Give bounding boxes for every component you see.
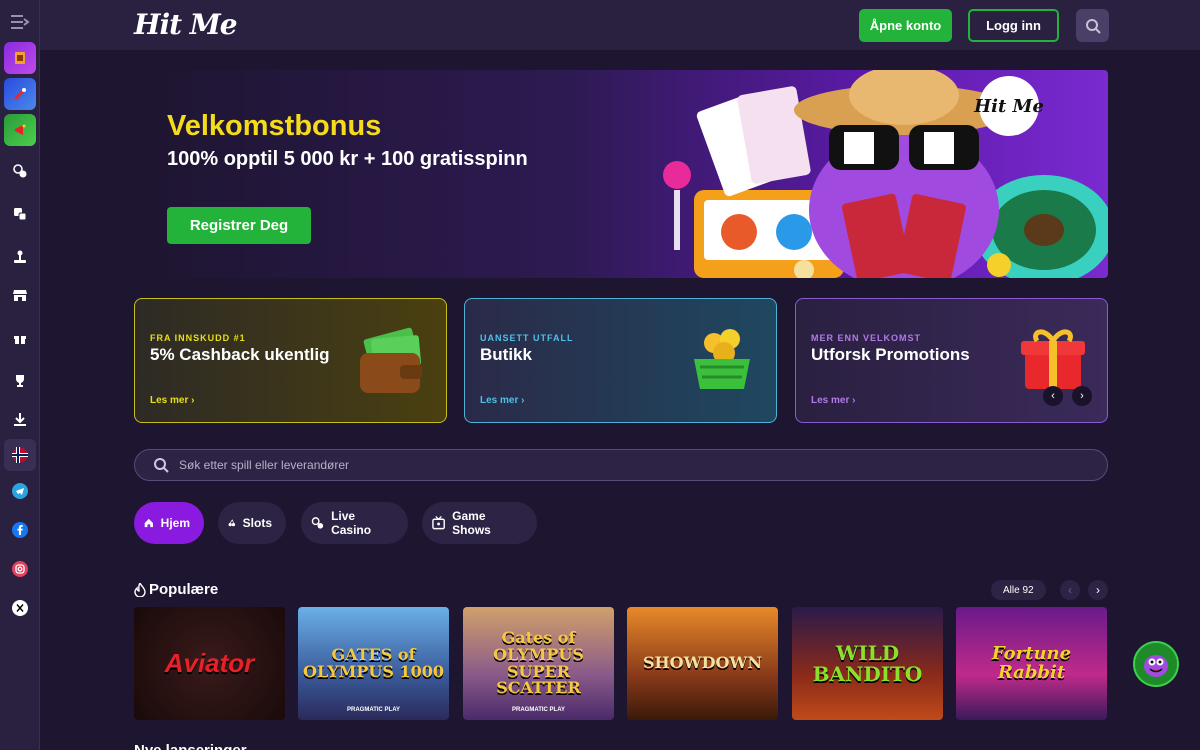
flame-icon [134, 582, 146, 597]
login-button[interactable]: Logg inn [968, 9, 1059, 42]
download-icon[interactable] [4, 403, 36, 435]
view-all-popular-button[interactable]: Alle 92 [991, 580, 1046, 600]
new-releases-section-title: Nye lanseringer [134, 742, 247, 750]
dice-icon[interactable] [4, 198, 36, 230]
lucky-card-thumb[interactable] [4, 42, 36, 74]
read-more-link[interactable]: Les mer › [150, 395, 194, 406]
search-icon [154, 458, 169, 473]
game-search-bar [134, 449, 1108, 481]
shop-icon[interactable] [4, 279, 36, 311]
read-more-link[interactable]: Les mer › [811, 395, 855, 406]
game-search-input[interactable] [179, 450, 1079, 480]
promo-title: Butikk [480, 345, 532, 364]
facebook-icon[interactable] [4, 514, 36, 546]
gift-icon[interactable] [4, 322, 36, 354]
promo-card-shop[interactable]: UANSETT UTFALL Butikk Les mer › [464, 298, 777, 423]
gift-box-icon [1021, 329, 1085, 389]
norway-flag-icon[interactable] [4, 439, 36, 471]
promo-prev-button[interactable]: ‹ [1043, 386, 1063, 406]
game-tile-gates-of-olympus-1000[interactable]: GATES of OLYMPUS 1000 PRAGMATIC PLAY [298, 607, 449, 720]
tab-home[interactable]: Hjem [134, 502, 204, 544]
welcome-bonus-banner[interactable]: Velkomstbonus 100% opptil 5 000 kr + 100… [134, 70, 1108, 278]
promo-title: 5% Cashback ukentlig [150, 345, 330, 364]
home-icon [144, 518, 153, 528]
site-logo[interactable]: Hit Me [134, 8, 238, 41]
chevron-right-icon: › [1080, 390, 1084, 402]
sidebar [0, 0, 40, 750]
game-tile-showdown[interactable]: SHOWDOWN [627, 607, 778, 720]
hero-badge-text: Hit Me [973, 96, 1044, 117]
top-header: Hit Me Åpne konto Logg inn [40, 0, 1200, 50]
hero-mascot-illustration: Hit Me [663, 70, 1108, 278]
telegram-icon[interactable] [4, 475, 36, 507]
rocket-thumb[interactable] [4, 78, 36, 110]
popular-next-button[interactable]: › [1088, 580, 1108, 600]
tv-show-icon [432, 516, 445, 530]
hero-subtitle: 100% opptil 5 000 kr + 100 gratisspinn [167, 148, 528, 170]
promo-card-promotions[interactable]: MER ENN VELKOMST Utforsk Promotions Les … [795, 298, 1108, 423]
register-button[interactable]: Registrer Deg [167, 207, 311, 244]
promo-tag: UANSETT UTFALL [480, 333, 574, 343]
game-tile-aviator[interactable]: Aviator [134, 607, 285, 720]
joystick-icon[interactable] [4, 241, 36, 273]
promo-card-cashback[interactable]: FRA INNSKUDD #1 5% Cashback ukentlig Les… [134, 298, 447, 423]
megaphone-thumb[interactable] [4, 114, 36, 146]
tab-game-shows[interactable]: Game Shows [422, 502, 537, 544]
cherries-icon [228, 519, 236, 527]
trophy-icon[interactable] [4, 365, 36, 397]
support-chat-button[interactable] [1133, 641, 1179, 687]
chevron-left-icon: ‹ [1051, 390, 1055, 402]
read-more-link[interactable]: Les mer › [480, 395, 524, 406]
instagram-icon[interactable] [4, 553, 36, 585]
mascot-icon [1144, 655, 1168, 677]
promo-title: Utforsk Promotions [811, 345, 970, 364]
promo-next-button[interactable]: › [1072, 386, 1092, 406]
menu-toggle-icon[interactable] [4, 6, 36, 38]
open-account-button[interactable]: Åpne konto [859, 9, 952, 42]
popular-section-title: Populære [134, 581, 218, 598]
game-tile-gates-of-olympus-super-scatter[interactable]: Gates of OLYMPUS SUPER SCATTER PRAGMATIC… [463, 607, 614, 720]
tab-live-casino[interactable]: Live Casino [301, 502, 408, 544]
search-icon [1085, 18, 1101, 34]
hero-title: Velkomstbonus [167, 110, 382, 142]
header-search-button[interactable] [1076, 9, 1109, 42]
chevron-right-icon: › [1096, 583, 1100, 597]
wallet-money-icon [360, 327, 422, 393]
chevron-left-icon: ‹ [1068, 583, 1072, 597]
casino-chips-icon [311, 517, 324, 529]
game-tile-fortune-rabbit[interactable]: Fortune Rabbit [956, 607, 1107, 720]
popular-prev-button[interactable]: ‹ [1060, 580, 1080, 600]
coin-basket-icon [694, 329, 750, 389]
x-twitter-icon[interactable] [4, 592, 36, 624]
casino-chips-icon[interactable] [4, 155, 36, 187]
game-tile-wild-bandito[interactable]: WILD BANDITO [792, 607, 943, 720]
tab-slots[interactable]: Slots [218, 502, 286, 544]
promo-tag: MER ENN VELKOMST [811, 333, 922, 343]
promo-tag: FRA INNSKUDD #1 [150, 333, 246, 343]
